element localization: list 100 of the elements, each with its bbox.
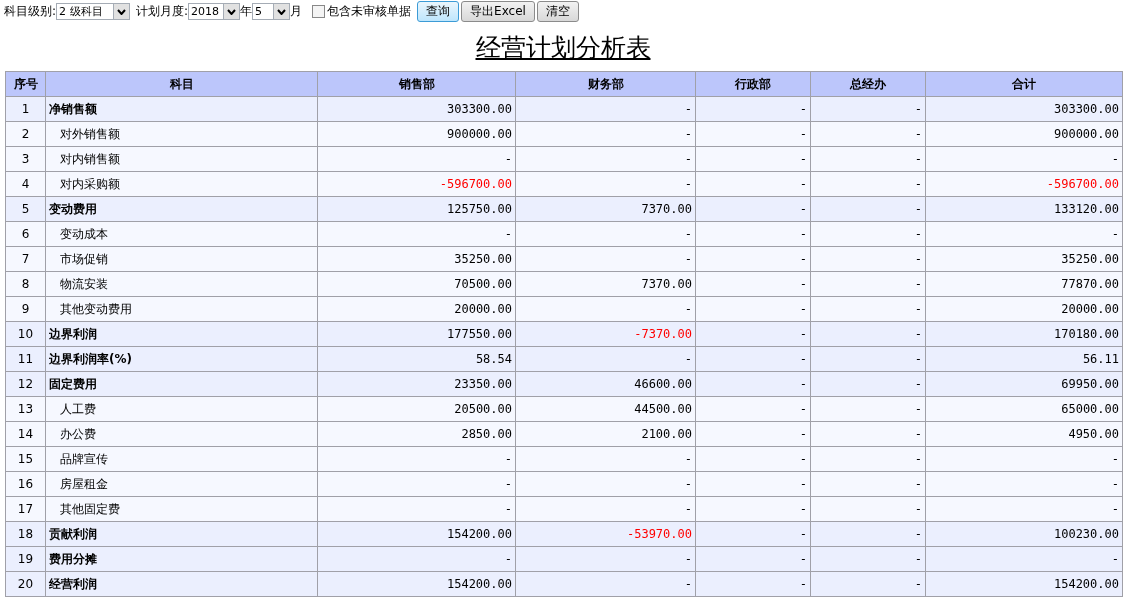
subject-cell: 贡献利润 [45,521,318,547]
amount-cell: - [515,171,696,197]
column-header: 序号 [5,71,46,97]
amount-cell: 2100.00 [515,421,696,447]
column-header: 行政部 [695,71,811,97]
amount-cell: 133120.00 [925,196,1123,222]
amount-cell: - [515,296,696,322]
subject-cell: 办公费 [45,421,318,447]
subject-cell: 固定费用 [45,371,318,397]
amount-cell: - [317,546,516,572]
subject-cell: 对内采购额 [45,171,318,197]
amount-cell: - [925,221,1123,247]
amount-cell: - [695,346,811,372]
amount-cell: - [810,321,926,347]
subject-cell: 变动费用 [45,196,318,222]
amount-cell: 154200.00 [925,571,1123,597]
amount-cell: - [515,246,696,272]
year-select[interactable]: 2018 [188,3,241,20]
month-select[interactable]: 5 [252,3,291,20]
amount-cell: - [810,421,926,447]
amount-cell: 4950.00 [925,421,1123,447]
amount-cell: - [695,546,811,572]
amount-cell: 900000.00 [317,121,516,147]
amount-cell: - [810,96,926,122]
amount-cell: 20500.00 [317,396,516,422]
amount-cell: - [695,296,811,322]
amount-cell: - [695,421,811,447]
amount-cell: - [695,496,811,522]
row-number: 9 [5,296,46,322]
query-button[interactable]: 查询 [417,1,460,22]
export-button[interactable]: 导出Excel [461,1,535,22]
amount-cell: - [695,321,811,347]
row-number: 14 [5,421,46,447]
amount-cell: -596700.00 [925,171,1123,197]
subject-cell: 人工费 [45,396,318,422]
amount-cell: - [925,146,1123,172]
amount-cell: 20000.00 [317,296,516,322]
subject-cell: 边界利润 [45,321,318,347]
amount-cell: 125750.00 [317,196,516,222]
amount-cell: - [695,96,811,122]
amount-cell: 170180.00 [925,321,1123,347]
month-label: 计划月度: [136,3,189,20]
amount-cell: 900000.00 [925,121,1123,147]
unaudited-checkbox[interactable] [312,5,326,18]
amount-cell: 177550.00 [317,321,516,347]
amount-cell: - [925,496,1123,522]
column-header: 科目 [45,71,318,97]
amount-cell: - [695,571,811,597]
amount-cell: -53970.00 [515,521,696,547]
amount-cell: 58.54 [317,346,516,372]
amount-cell: - [515,496,696,522]
amount-cell: - [317,221,516,247]
amount-cell: - [515,546,696,572]
amount-cell: - [695,221,811,247]
subject-cell: 边界利润率(%) [45,346,318,372]
amount-cell: 7370.00 [515,271,696,297]
year-unit: 年 [240,3,253,20]
amount-cell: - [810,546,926,572]
row-number: 11 [5,346,46,372]
amount-cell: - [515,221,696,247]
row-number: 1 [5,96,46,122]
row-number: 3 [5,146,46,172]
amount-cell: - [695,521,811,547]
row-number: 17 [5,496,46,522]
amount-cell: - [810,196,926,222]
amount-cell: 70500.00 [317,271,516,297]
amount-cell: - [695,121,811,147]
subject-cell: 品牌宣传 [45,446,318,472]
amount-cell: - [515,346,696,372]
amount-cell: - [810,496,926,522]
subject-cell: 对外销售额 [45,121,318,147]
amount-cell: 20000.00 [925,296,1123,322]
amount-cell: 100230.00 [925,521,1123,547]
amount-cell: - [695,171,811,197]
amount-cell: - [925,471,1123,497]
amount-cell: 154200.00 [317,521,516,547]
column-header: 合计 [925,71,1123,97]
level-select[interactable]: 2 级科目 [56,3,131,20]
amount-cell: - [695,446,811,472]
amount-cell: - [810,396,926,422]
amount-cell: - [810,571,926,597]
amount-cell: 77870.00 [925,271,1123,297]
amount-cell: - [695,471,811,497]
subject-cell: 净销售额 [45,96,318,122]
amount-cell: 2850.00 [317,421,516,447]
amount-cell: 46600.00 [515,371,696,397]
subject-cell: 其他变动费用 [45,296,318,322]
amount-cell: 7370.00 [515,196,696,222]
amount-cell: - [695,271,811,297]
amount-cell: - [810,171,926,197]
amount-cell: - [810,346,926,372]
amount-cell: 23350.00 [317,371,516,397]
amount-cell: - [810,446,926,472]
subject-cell: 物流安装 [45,271,318,297]
amount-cell: - [695,371,811,397]
row-number: 19 [5,546,46,572]
month-unit: 月 [290,3,303,20]
amount-cell: 154200.00 [317,571,516,597]
row-number: 20 [5,571,46,597]
clear-button[interactable]: 清空 [536,1,579,22]
